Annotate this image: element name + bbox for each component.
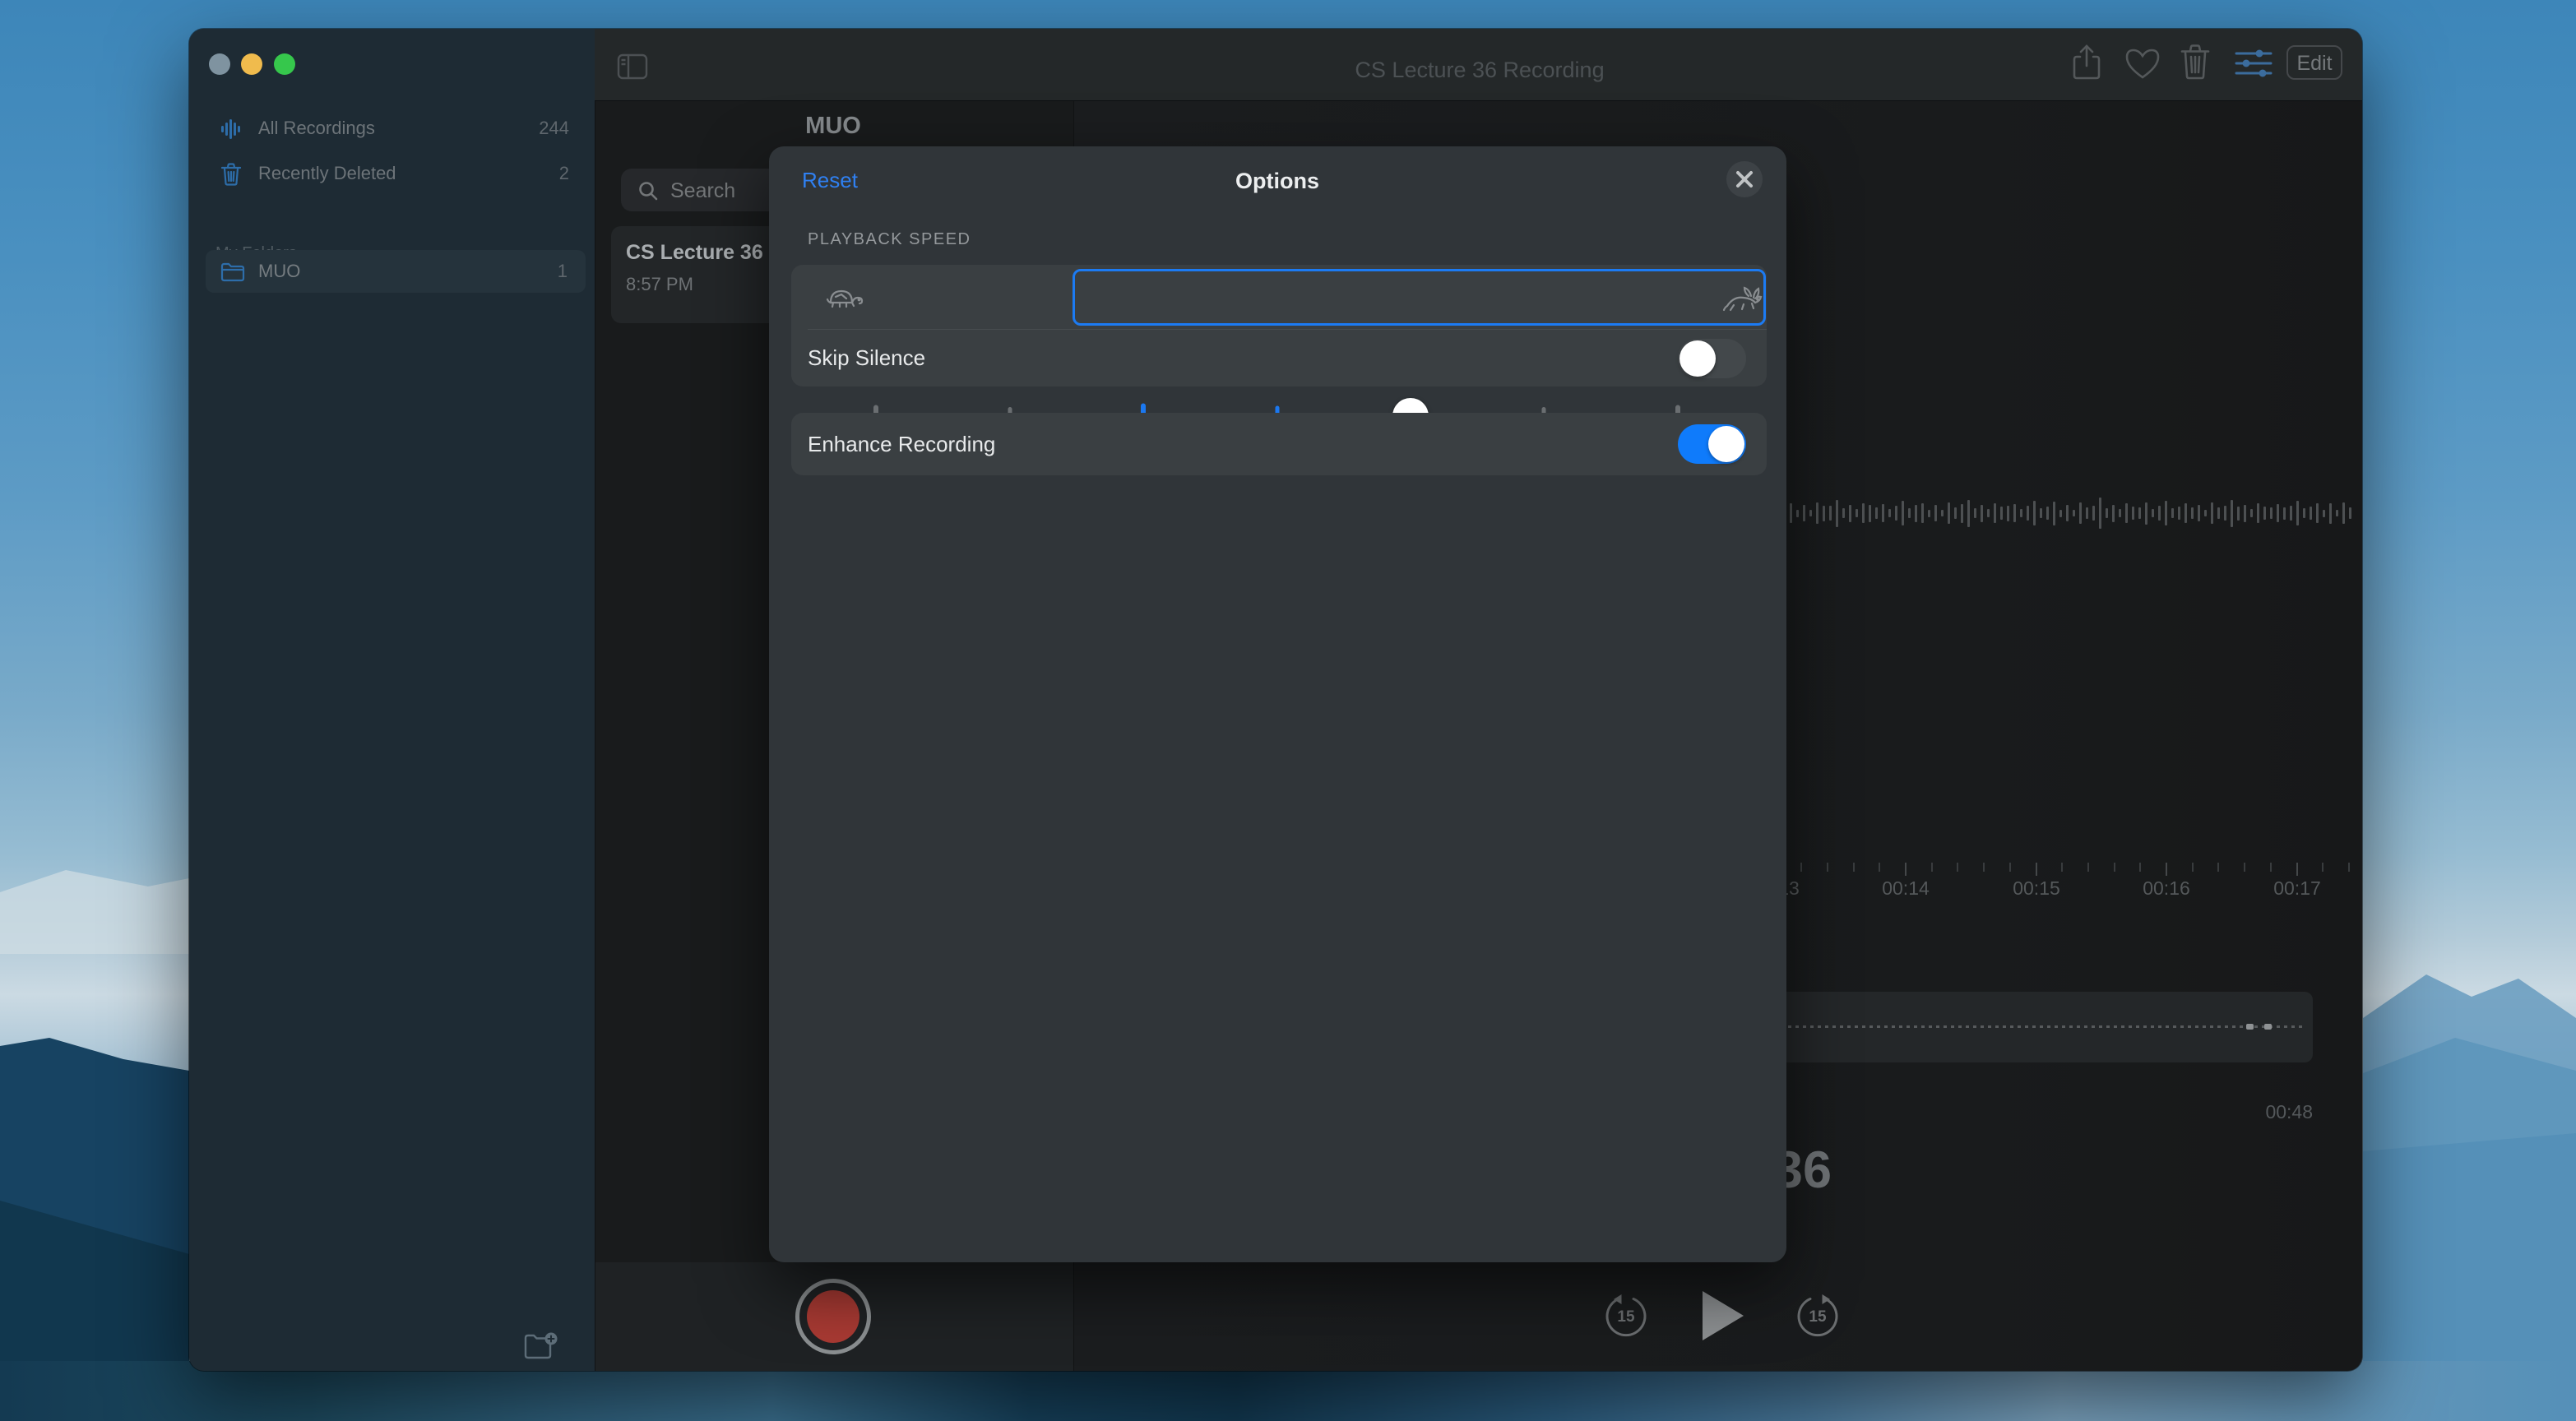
row-divider — [808, 329, 1767, 330]
overview-marker — [2246, 1024, 2254, 1030]
options-dialog: Reset Options PLAYBACK SPEED — [769, 146, 1786, 1262]
sidebar-item-muo-folder[interactable]: MUO 1 — [206, 250, 586, 293]
playback-speed-group: Skip Silence — [791, 265, 1767, 386]
sidebar-item-label: Recently Deleted — [258, 153, 396, 194]
window-title: CS Lecture 36 Recording — [1355, 58, 1604, 83]
recording-item-time: 8:57 PM — [626, 274, 693, 295]
skip-silence-toggle[interactable] — [1678, 339, 1746, 378]
folder-icon — [220, 262, 245, 282]
sidebar-item-count: 244 — [539, 108, 569, 149]
toggle-knob — [1679, 340, 1716, 377]
edit-button[interactable]: Edit — [2286, 45, 2342, 80]
zoom-window-button[interactable] — [274, 53, 295, 75]
hare-icon — [1722, 283, 1765, 314]
delete-trash-icon[interactable] — [2180, 44, 2211, 80]
speed-slider-focus-ring — [1073, 269, 1766, 326]
sidebar-item-count: 2 — [559, 153, 569, 194]
enhance-recording-group: Enhance Recording — [791, 413, 1767, 475]
ruler-label: 00:16 — [2143, 877, 2190, 900]
svg-text:15: 15 — [1809, 1308, 1827, 1326]
options-sliders-icon[interactable] — [2235, 49, 2273, 78]
skip-silence-label: Skip Silence — [808, 345, 925, 371]
sidebar-item-all-recordings[interactable]: All Recordings 244 — [189, 108, 595, 149]
play-icon[interactable] — [1698, 1289, 1747, 1342]
record-button[interactable] — [795, 1279, 871, 1354]
duration-label: 00:48 — [2148, 1101, 2313, 1123]
skip-forward-15-icon[interactable]: 15 — [1796, 1294, 1839, 1337]
sidebar-item-label: MUO — [258, 250, 300, 293]
minimize-window-button[interactable] — [241, 53, 262, 75]
share-icon[interactable] — [2070, 44, 2103, 81]
close-window-button[interactable] — [209, 53, 230, 75]
toggle-sidebar-icon[interactable] — [617, 53, 648, 80]
svg-text:15: 15 — [1617, 1308, 1635, 1326]
dialog-title: Options — [1235, 169, 1319, 194]
tortoise-icon — [824, 283, 869, 312]
record-button-core — [807, 1290, 859, 1343]
sidebar-item-recently-deleted[interactable]: Recently Deleted 2 — [189, 153, 595, 194]
favorite-heart-icon[interactable] — [2124, 47, 2161, 80]
overview-marker — [2264, 1024, 2272, 1030]
enhance-recording-label: Enhance Recording — [808, 432, 995, 457]
list-header-title: MUO — [805, 113, 861, 140]
playback-speed-section-label: PLAYBACK SPEED — [808, 230, 971, 249]
waveform-icon — [220, 118, 242, 140]
desktop: { "window": { "title": "CS Lecture 36 Re… — [0, 0, 2576, 1421]
ruler-label: 00:15 — [2013, 877, 2060, 900]
search-icon — [637, 180, 659, 201]
sidebar-item-count: 1 — [558, 250, 568, 293]
enhance-recording-toggle[interactable] — [1678, 424, 1746, 464]
toggle-knob — [1708, 426, 1744, 462]
reset-button[interactable]: Reset — [802, 168, 858, 193]
recording-item-title: CS Lecture 36 — [626, 241, 763, 265]
skip-back-15-icon[interactable]: 15 — [1605, 1294, 1647, 1337]
trash-icon — [221, 163, 241, 186]
ruler-label: 00:17 — [2273, 877, 2321, 900]
close-icon — [1726, 161, 1763, 197]
sidebar: All Recordings 244 Recently Deleted 2 My… — [189, 29, 595, 1371]
sidebar-item-label: All Recordings — [258, 108, 375, 149]
ruler-label: 00:14 — [1882, 877, 1930, 900]
new-folder-icon[interactable] — [522, 1330, 558, 1363]
close-dialog-button[interactable] — [1726, 161, 1763, 197]
